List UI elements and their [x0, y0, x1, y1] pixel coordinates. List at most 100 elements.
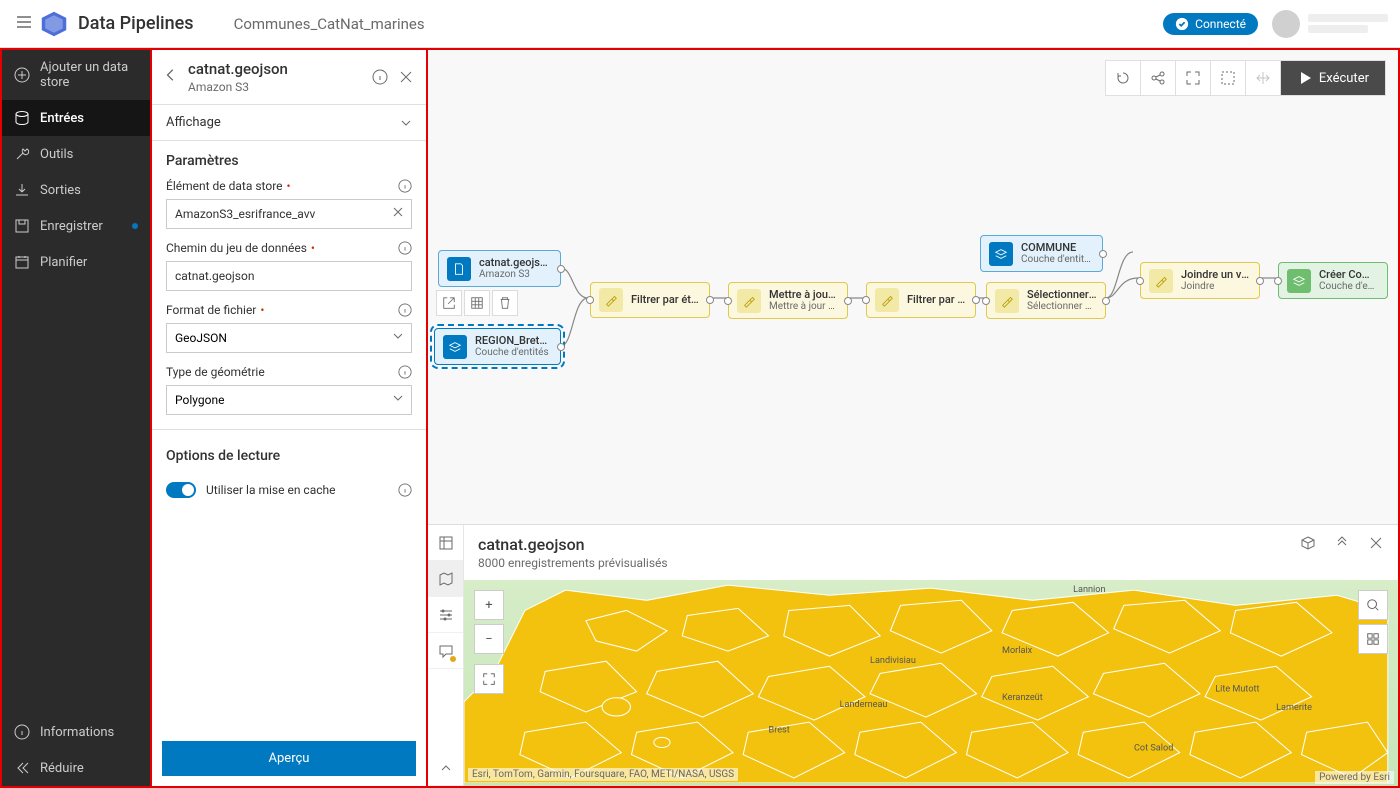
map-powered-by: Powered by Esri — [1315, 771, 1394, 784]
node-select-fields[interactable]: Sélectionner des champsSélectionner des … — [986, 282, 1106, 319]
svg-text:Brest: Brest — [769, 725, 790, 735]
basemap-icon[interactable] — [1358, 624, 1388, 654]
pan-icon[interactable] — [1246, 61, 1281, 95]
select-icon[interactable] — [1211, 61, 1246, 95]
sidebar-info[interactable]: Informations — [2, 714, 150, 750]
info-icon[interactable] — [398, 483, 412, 497]
panel-subtitle: Amazon S3 — [188, 80, 372, 94]
preview-subtitle: 8000 enregistrements prévisualisés — [478, 556, 668, 570]
sidebar-add-data-store[interactable]: Ajouter un data store — [2, 50, 150, 100]
svg-text:Landivisiau: Landivisiau — [870, 656, 916, 666]
chevron-down-icon — [400, 117, 412, 129]
close-icon[interactable] — [398, 69, 414, 85]
info-icon[interactable] — [398, 303, 412, 317]
hammer-icon — [995, 289, 1019, 313]
preview-messages-icon[interactable] — [428, 633, 463, 669]
sidebar-nav: Ajouter un data store Entrées Outils Sor… — [2, 50, 152, 786]
app-logo-icon — [40, 10, 68, 38]
svg-text:Lite Mutott: Lite Mutott — [1215, 685, 1259, 695]
clear-icon[interactable] — [392, 206, 404, 222]
node-update-fields[interactable]: Mettre à jour des champsMettre à jour de… — [728, 282, 848, 319]
history-icon[interactable] — [1106, 61, 1141, 95]
zoom-out-button[interactable]: − — [474, 624, 504, 654]
delete-icon[interactable] — [492, 290, 518, 316]
table-icon[interactable] — [464, 290, 490, 316]
avatar — [1272, 10, 1300, 38]
sidebar-schedule[interactable]: Planifier — [2, 244, 150, 280]
node-filter-extent[interactable]: Filtrer par étendue — [590, 282, 710, 318]
cache-toggle[interactable] — [166, 482, 196, 498]
info-icon[interactable] — [398, 241, 412, 255]
svg-text:Lannion: Lannion — [1073, 585, 1105, 595]
layer-icon — [989, 242, 1013, 266]
pipeline-canvas[interactable]: Exécuter — [428, 50, 1398, 524]
hammer-icon — [875, 288, 899, 312]
node-join[interactable]: Joindre un vers unJoindre — [1140, 262, 1260, 299]
cache-toggle-label: Utiliser la mise en cache — [206, 483, 388, 497]
sidebar-save[interactable]: Enregistrer — [2, 208, 150, 244]
node-actions — [436, 290, 518, 316]
hammer-icon — [737, 289, 761, 313]
geometry-type-select[interactable]: Polygone — [166, 385, 412, 415]
unsaved-indicator-icon — [132, 223, 138, 229]
cube-icon[interactable] — [1300, 535, 1316, 551]
user-name-placeholder — [1308, 14, 1388, 33]
info-icon[interactable] — [398, 179, 412, 193]
collapse-icon[interactable] — [1334, 535, 1350, 551]
fullscreen-icon[interactable] — [474, 664, 504, 694]
datastore-element-input[interactable] — [166, 199, 412, 229]
node-commune-source[interactable]: COMMUNECouche d'entités — [980, 235, 1103, 272]
map-preview[interactable]: Lannion Morlaix Landivisiau Brest Lander… — [464, 580, 1398, 786]
preview-expand-icon[interactable] — [428, 750, 463, 786]
svg-text:Cot Salod: Cot Salod — [1134, 744, 1173, 754]
search-icon[interactable] — [1358, 590, 1388, 620]
node-region-source[interactable]: REGION_BretagneCouche d'entités — [434, 328, 561, 365]
layer-icon — [443, 335, 467, 359]
params-heading: Paramètres — [152, 141, 426, 175]
file-icon — [447, 257, 471, 281]
details-panel: catnat.geojson Amazon S3 Affichage Param… — [152, 50, 428, 786]
close-icon[interactable] — [1368, 535, 1384, 551]
user-menu[interactable] — [1272, 10, 1388, 38]
preview-map-icon[interactable] — [428, 561, 463, 597]
preview-title: catnat.geojson — [478, 535, 668, 554]
hammer-icon — [1149, 269, 1173, 293]
dataset-path-input[interactable] — [166, 261, 412, 291]
zoom-in-button[interactable]: + — [474, 590, 504, 620]
node-catnat-source[interactable]: catnat.geojsonAmazon S3 — [438, 250, 561, 287]
file-format-label: Format de fichier• — [166, 303, 412, 317]
panel-back-button[interactable] — [164, 68, 180, 86]
preview-panel: catnat.geojson 8000 enregistrements prév… — [428, 524, 1398, 786]
preview-button[interactable]: Aperçu — [162, 741, 416, 776]
run-button[interactable]: Exécuter — [1281, 61, 1385, 95]
layer-icon — [1287, 269, 1311, 293]
svg-text:Lamerite: Lamerite — [1276, 703, 1312, 713]
sidebar-inputs[interactable]: Entrées — [2, 100, 150, 136]
file-format-select[interactable]: GeoJSON — [166, 323, 412, 353]
fit-icon[interactable] — [1176, 61, 1211, 95]
breadcrumb[interactable]: Communes_CatNat_marines — [234, 15, 425, 33]
menu-toggle[interactable] — [12, 10, 32, 38]
sidebar-outputs[interactable]: Sorties — [2, 172, 150, 208]
preview-settings-icon[interactable] — [428, 597, 463, 633]
node-create-output[interactable]: Créer Communes_CatCouche d'entités — [1278, 262, 1388, 299]
preview-table-icon[interactable] — [428, 525, 463, 561]
svg-text:Landerneau: Landerneau — [840, 700, 888, 710]
geometry-type-label: Type de géométrie — [166, 365, 412, 379]
info-icon[interactable] — [398, 365, 412, 379]
dataset-path-label: Chemin du jeu de données• — [166, 241, 412, 255]
datastore-element-label: Élément de data store• — [166, 179, 412, 193]
open-icon[interactable] — [436, 290, 462, 316]
connection-status[interactable]: Connecté — [1163, 13, 1258, 35]
share-icon[interactable] — [1141, 61, 1176, 95]
hammer-icon — [599, 288, 623, 312]
node-filter-attr[interactable]: Filtrer par attribut — [866, 282, 976, 318]
panel-title: catnat.geojson — [188, 60, 372, 78]
display-section-toggle[interactable]: Affichage — [152, 105, 426, 141]
read-options-heading: Options de lecture — [152, 436, 426, 476]
info-icon[interactable] — [372, 69, 388, 85]
canvas-area: Exécuter — [428, 50, 1398, 786]
sidebar-tools[interactable]: Outils — [2, 136, 150, 172]
app-header: Data Pipelines Communes_CatNat_marines C… — [0, 0, 1400, 48]
sidebar-collapse[interactable]: Réduire — [2, 750, 150, 786]
